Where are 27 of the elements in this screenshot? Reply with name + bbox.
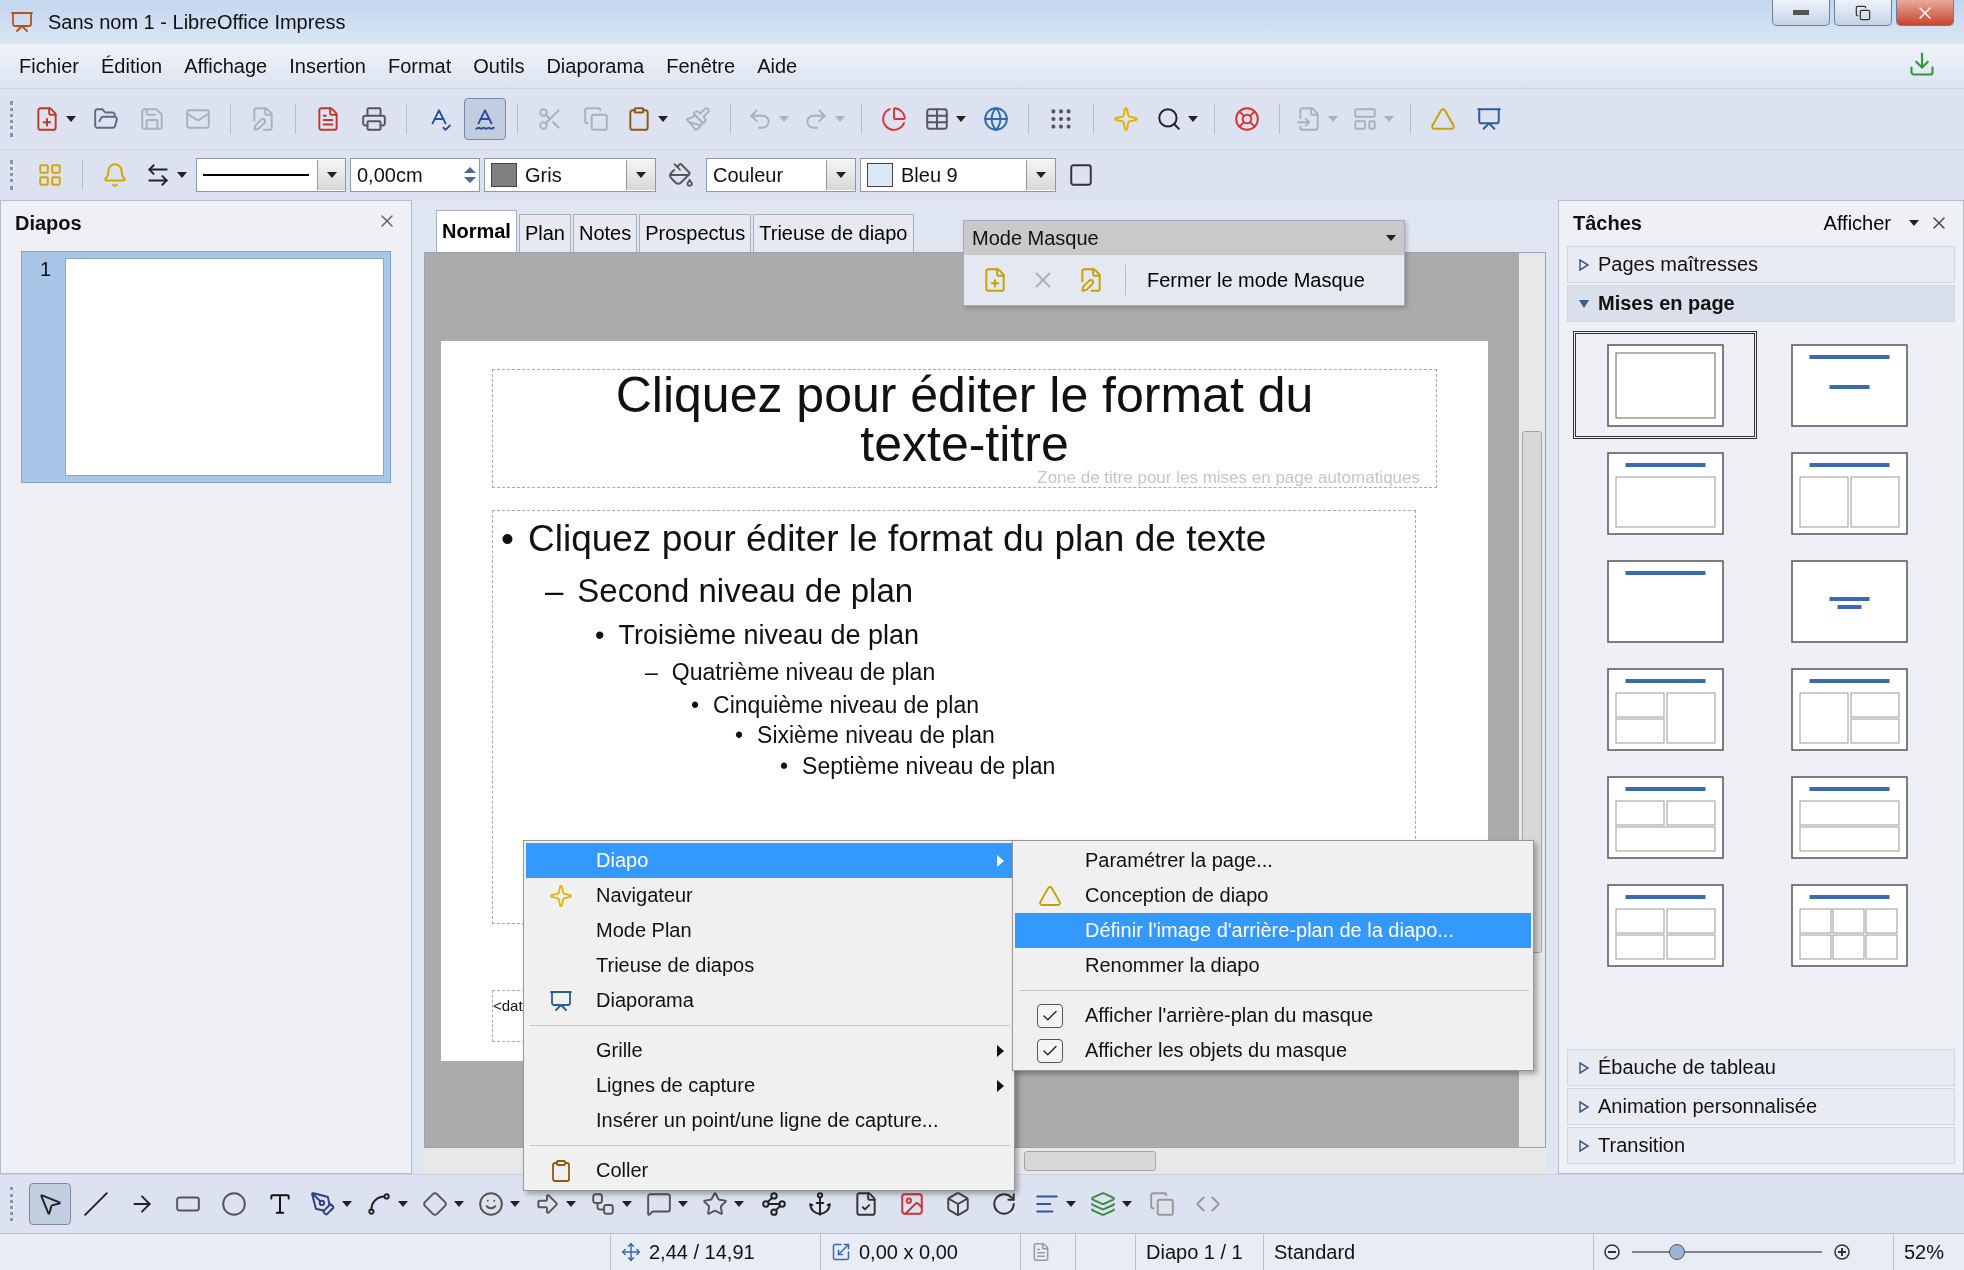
outline-text: Quatrième niveau de plan xyxy=(671,658,936,687)
panel-title: Diapos xyxy=(15,211,82,235)
window-title: Sans nom 1 - LibreOffice Impress xyxy=(48,10,346,34)
bullet-marker: • xyxy=(595,619,605,652)
outline-text: Cliquez pour éditer le format du plan de texte xyxy=(527,517,1267,561)
size-text: 0,00 x 0,00 xyxy=(859,1240,958,1264)
slide-counter: Diapo 1 / 1 xyxy=(1146,1240,1243,1264)
bullet-marker: – xyxy=(645,658,658,687)
position-text: 2,44 / 14,91 xyxy=(649,1240,755,1264)
bullet-marker: – xyxy=(545,571,564,611)
zoom-percent: 52% xyxy=(1904,1240,1945,1264)
slide-number: 1 xyxy=(40,258,52,282)
toolbar-title: Mode Masque xyxy=(972,226,1099,250)
outline-text: Cinquième niveau de plan xyxy=(713,691,980,720)
bullet-marker: • xyxy=(691,691,700,720)
placeholder-hint: Zone de titre pour les mises en page automatiques xyxy=(1037,469,1420,487)
outline-text: Septième niveau de plan xyxy=(802,752,1056,781)
outline-text: Second niveau de plan xyxy=(577,571,914,611)
outline-text: Troisième niveau de plan xyxy=(618,619,920,652)
slide-title: Cliquez pour éditer le format du texte-titre xyxy=(614,371,1315,469)
outline-text: Sixième niveau de plan xyxy=(757,721,995,750)
bullet-marker: • xyxy=(780,752,789,781)
bullet-marker: • xyxy=(735,721,744,750)
date-field: <dat xyxy=(493,997,523,1014)
panel-title: Tâches xyxy=(1573,211,1642,235)
master-name: Standard xyxy=(1274,1240,1356,1264)
bullet-marker: • xyxy=(501,517,514,561)
